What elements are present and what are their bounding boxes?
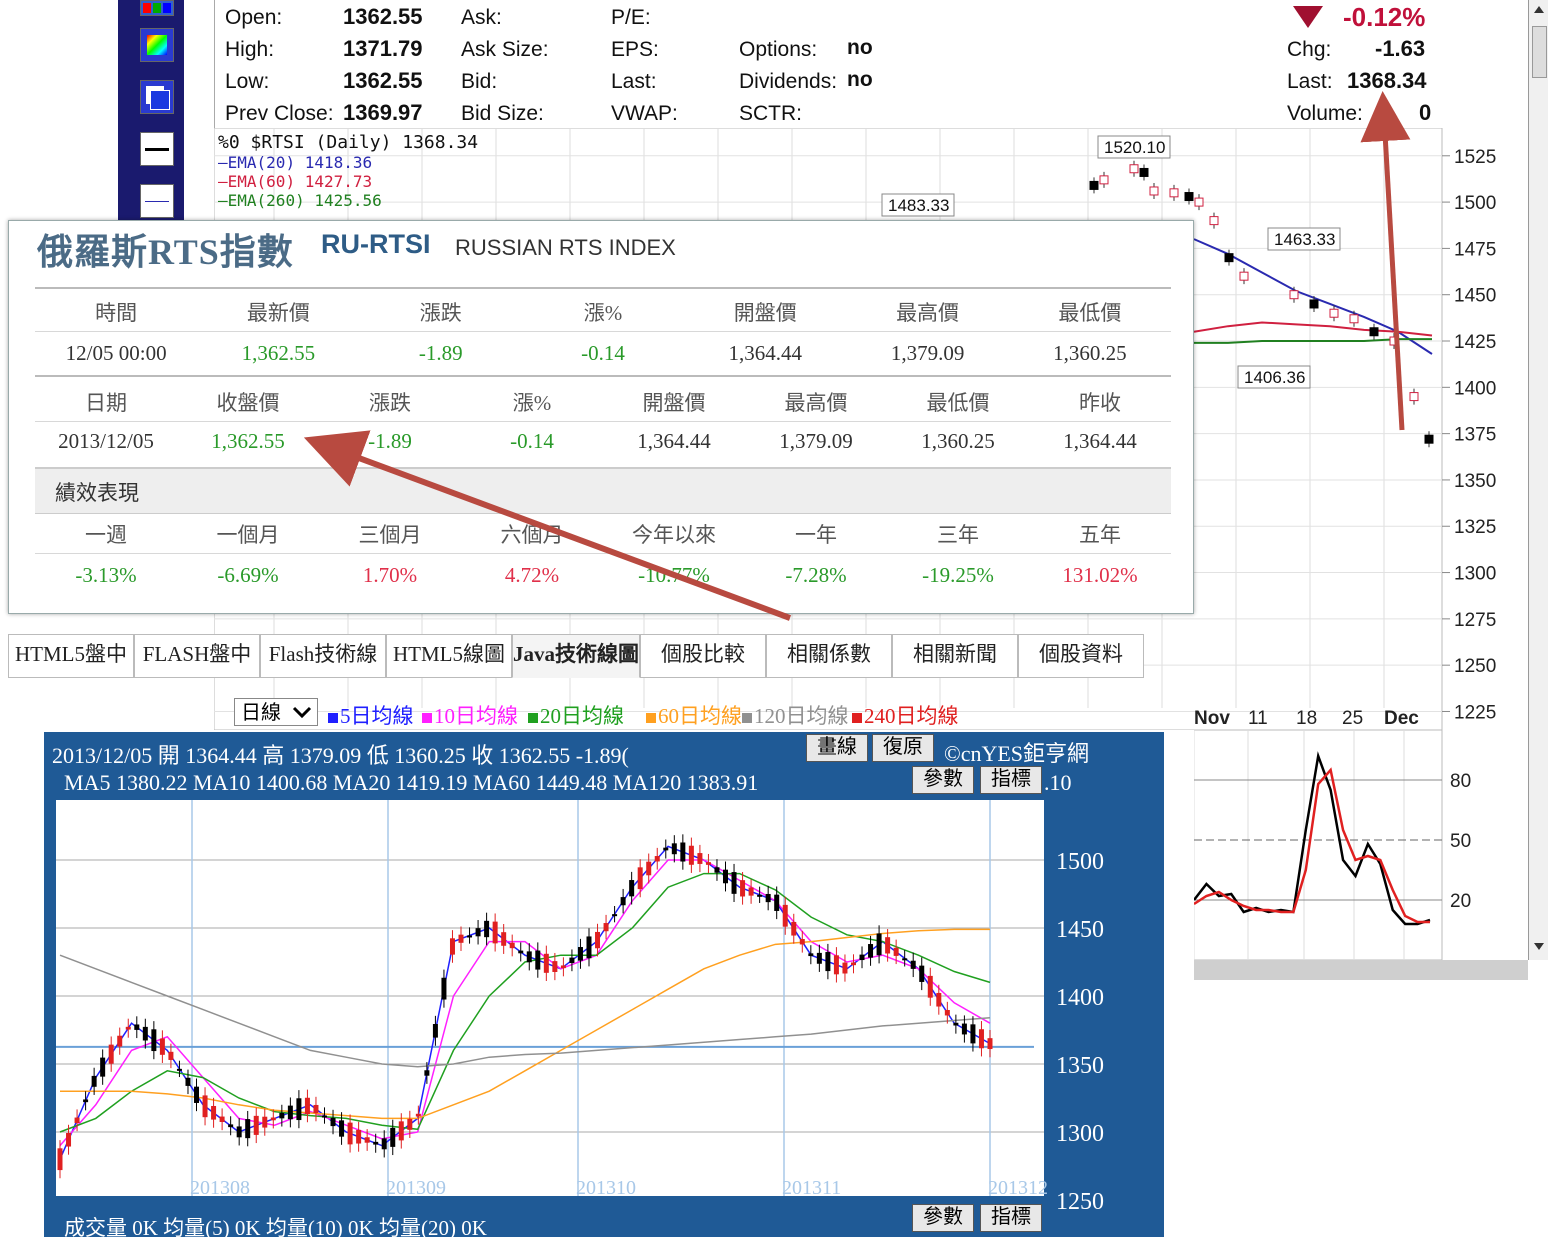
- annotation-arrows: [303, 91, 1411, 621]
- arrow-to-last-price: [1360, 91, 1411, 431]
- arrow-to-close-price: [303, 430, 792, 621]
